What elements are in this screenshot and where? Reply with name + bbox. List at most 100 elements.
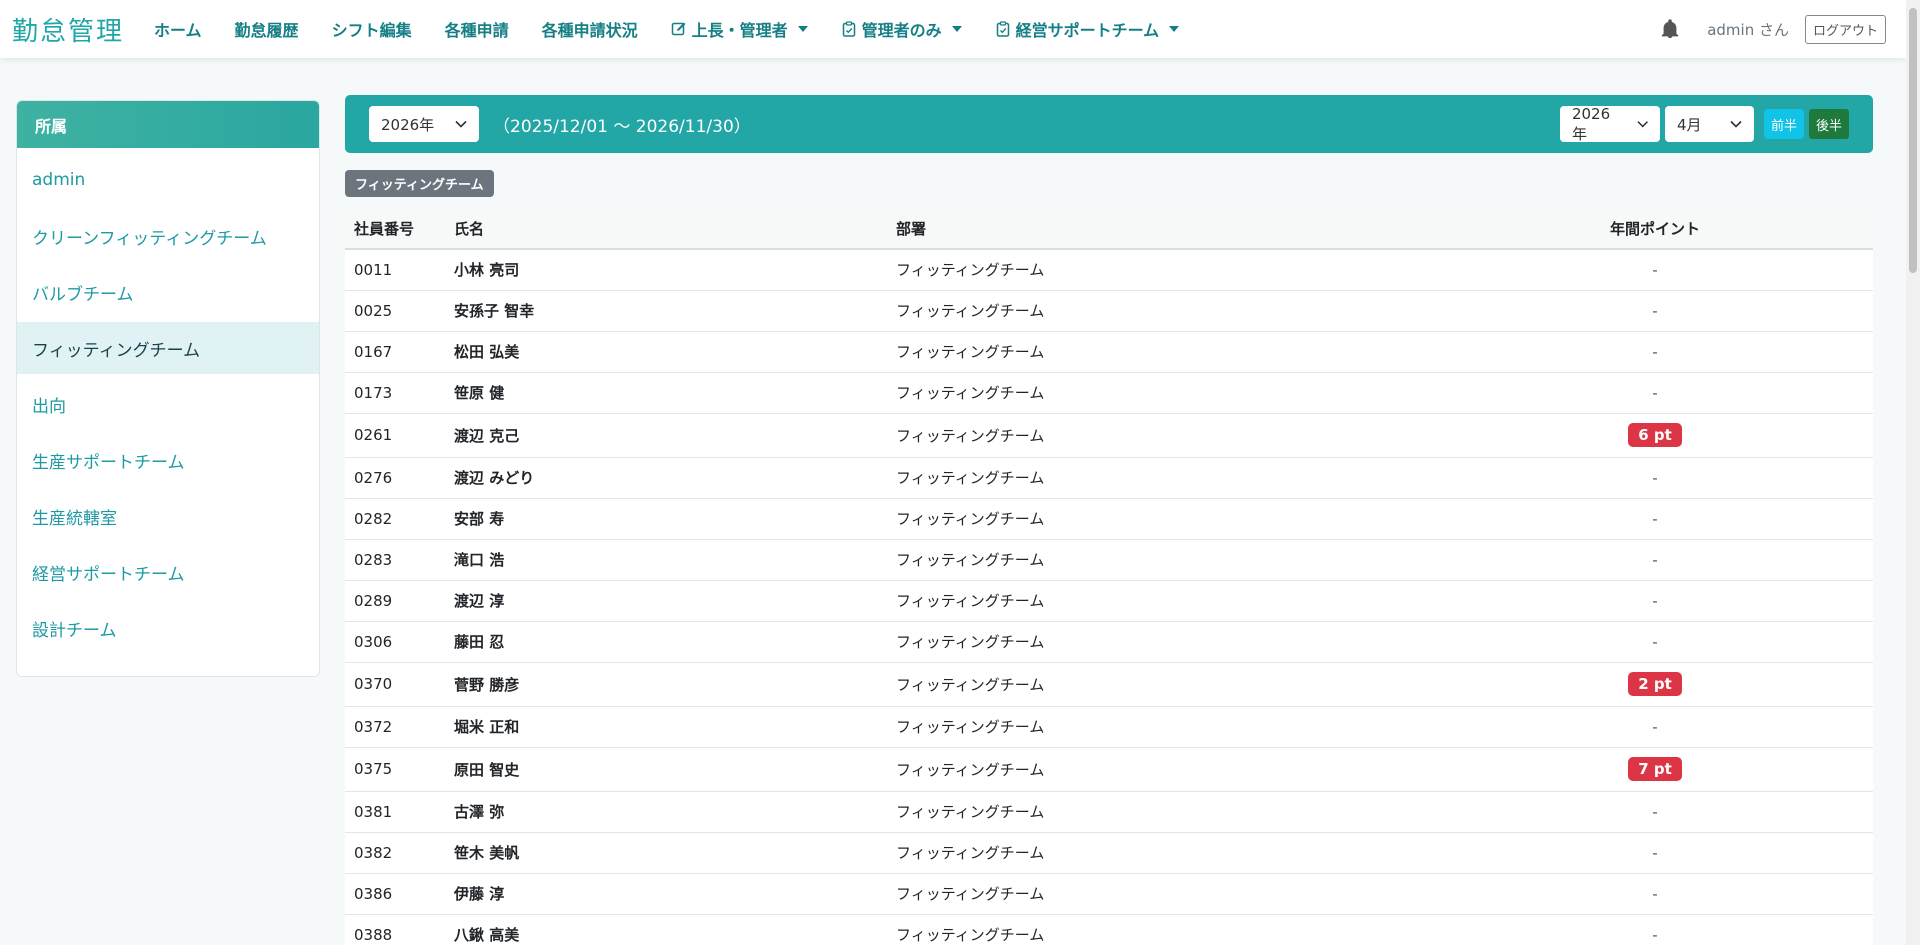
nav-label: 管理者のみ [861,21,942,40]
cell-department: フィッティングチーム [887,914,1437,945]
chevron-down-icon [455,120,467,128]
cell-employee-id: 0173 [345,372,445,414]
chevron-down-icon [1730,120,1742,128]
cell-employee-id: 0375 [345,747,445,792]
bell-icon[interactable] [1659,18,1681,40]
brand-logo[interactable]: 勤怠管理 [12,11,124,48]
header-department: 部署 [887,209,1437,250]
caret-down-icon [797,26,808,32]
first-half-button[interactable]: 前半 [1763,109,1804,139]
cell-annual-points: - [1437,914,1873,945]
cell-employee-name: 小林 亮司 [445,249,887,291]
sidebar-item-production-support-team[interactable]: 生産サポートチーム [17,434,319,486]
sidebar-item-management-support-team[interactable]: 経営サポートチーム [17,546,319,598]
cell-employee-name: 笹木 美帆 [445,832,887,874]
cell-annual-points: - [1437,621,1873,663]
employee-points-table: 社員番号 氏名 部署 年間ポイント 0011 小林 亮司 フィッティングチーム -00… [345,209,1873,945]
sidebar-item-clean-fitting-team[interactable]: クリーンフィッティングチーム [17,210,319,262]
sidebar-item-fitting-team[interactable]: フィッティングチーム [17,322,319,374]
nav-shift-edit[interactable]: シフト編集 [332,17,412,41]
header-annual-points: 年間ポイント [1437,209,1873,250]
table-row: 0261 渡辺 克己 フィッティングチーム 6 pt [345,413,1873,458]
fiscal-range-text: （2025/12/01 〜 2026/11/30） [493,116,751,137]
year-select[interactable]: 2026年 [1559,105,1660,143]
table-row: 0283 滝口 浩フィッティングチーム - [345,539,1873,581]
cell-department: フィッティングチーム [887,580,1437,622]
nav-label: 勤怠履歴 [234,21,299,40]
nav-label: ホーム [154,21,202,40]
clipboard-icon [842,21,855,37]
page-scrollbar[interactable] [1906,0,1920,945]
sidebar-title: 所属 [17,101,319,148]
cell-employee-id: 0282 [345,498,445,540]
cell-annual-points: - [1437,539,1873,581]
points-badge: 7 pt [1628,757,1682,781]
second-half-button[interactable]: 後半 [1808,109,1849,139]
nav-home[interactable]: ホーム [154,17,202,41]
cell-employee-name: 安部 寿 [445,498,887,540]
cell-department: フィッティングチーム [887,331,1437,373]
cell-employee-id: 0167 [345,331,445,373]
cell-department: フィッティングチーム [887,662,1437,707]
sidebar-item-design-team[interactable]: 設計チーム [17,602,319,654]
cell-annual-points: 7 pt [1437,747,1873,792]
nav-request-status[interactable]: 各種申請状況 [542,17,638,41]
table-row: 0388 八鍬 高美 フィッティングチーム - [345,914,1873,945]
main-content: 2026年 （2025/12/01 〜 2026/11/30） 2026年 4月… [345,95,1873,945]
points-badge: 6 pt [1628,423,1682,447]
cell-department: フィッティングチーム [887,873,1437,915]
nav-label: シフト編集 [331,21,412,40]
filter-bar: 2026年 （2025/12/01 〜 2026/11/30） 2026年 4月… [345,95,1873,153]
fiscal-year-select[interactable]: 2026年 [369,106,479,142]
cell-annual-points: - [1437,457,1873,499]
cell-department: フィッティングチーム [887,706,1437,748]
cell-employee-name: 笹原 健 [445,372,887,414]
cell-employee-name: 堀米 正和 [445,706,887,748]
scrollbar-thumb[interactable] [1909,8,1917,273]
cell-annual-points: - [1437,372,1873,414]
month-select[interactable]: 4月 [1664,106,1754,142]
table-row: 0025 安孫子 智幸 フィッティングチーム - [345,290,1873,332]
cell-department: フィッティングチーム [887,498,1437,540]
nav-admin-only-dropdown[interactable]: 管理者のみ [841,17,962,41]
sidebar-item-valve-team[interactable]: バルブチーム [17,266,319,318]
cell-employee-id: 0370 [345,662,445,707]
cell-employee-id: 0382 [345,832,445,874]
logout-button[interactable]: ログアウト [1804,14,1886,44]
cell-employee-id: 0306 [345,621,445,663]
select-value: 2026年 [381,115,435,134]
cell-department: フィッティングチーム [887,457,1437,499]
cell-annual-points: - [1437,249,1873,291]
table-row: 0276 渡辺 みどり フィッティングチーム - [345,457,1873,499]
cell-employee-name: 伊藤 淳 [445,873,887,915]
table-row: 0289 渡辺 淳フィッティングチーム - [345,580,1873,622]
cell-employee-id: 0276 [345,457,445,499]
top-navbar: 勤怠管理 ホーム 勤怠履歴 シフト編集 各種申請 各種申請状況 上長・管理者 管… [0,0,1906,58]
nav-attendance-history[interactable]: 勤怠履歴 [235,17,299,41]
select-value: 4月 [1676,115,1702,134]
team-badge: フィッティングチーム [345,170,494,197]
sidebar-item-admin[interactable]: admin [17,154,319,206]
cell-employee-name: 松田 弘美 [445,331,887,373]
cell-annual-points: - [1437,331,1873,373]
nav-label: 各種申請 [444,21,509,40]
user-name: admin さん [1707,20,1789,39]
cell-employee-name: 渡辺 みどり [445,457,887,499]
cell-employee-id: 0386 [345,873,445,915]
table-row: 0382 笹木 美帆 フィッティングチーム - [345,832,1873,874]
sidebar-item-secondment[interactable]: 出向 [17,378,319,430]
nav-requests[interactable]: 各種申請 [445,17,509,41]
cell-employee-name: 藤田 忍 [445,621,887,663]
cell-employee-id: 0381 [345,791,445,833]
nav-right-group: admin さん ログアウト [1659,0,1886,58]
table-row: 0370 菅野 勝彦 フィッティングチーム 2 pt [345,662,1873,707]
nav-supervisor-dropdown[interactable]: 上長・管理者 [671,17,808,41]
cell-annual-points: - [1437,832,1873,874]
cell-employee-id: 0289 [345,580,445,622]
cell-employee-id: 0025 [345,290,445,332]
nav-management-support-dropdown[interactable]: 経営サポートチーム [995,17,1180,41]
cell-employee-id: 0372 [345,706,445,748]
sidebar-item-production-control-office[interactable]: 生産統轄室 [17,490,319,542]
cell-annual-points: - [1437,290,1873,332]
table-body: 0011 小林 亮司 フィッティングチーム -0025 安孫子 智幸 フィッティングチーム… [345,249,1873,945]
